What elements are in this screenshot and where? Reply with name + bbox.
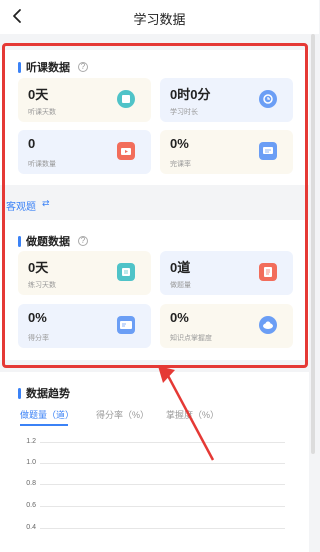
- annotation-arrow: [158, 366, 215, 461]
